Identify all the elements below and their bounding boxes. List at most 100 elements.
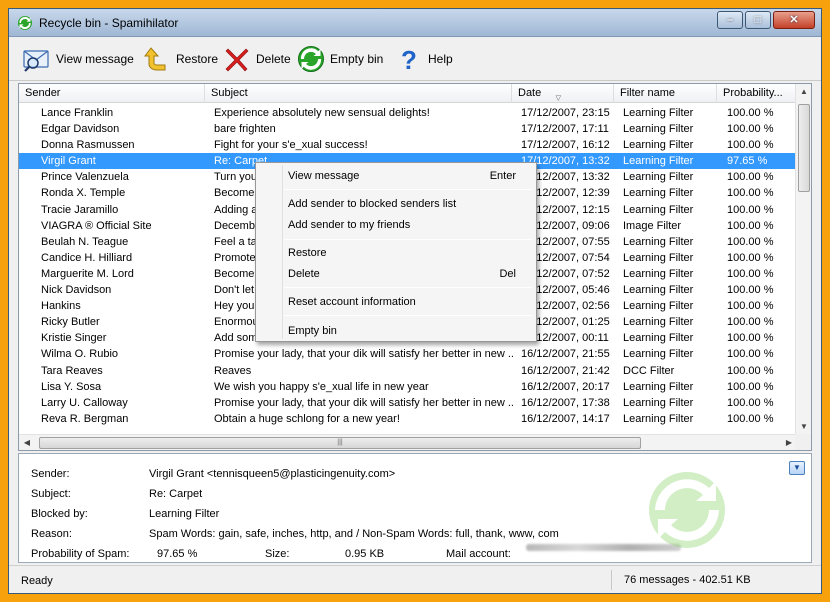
close-button[interactable]: ✕ [773,11,815,29]
restore-label: Restore [176,52,219,66]
row-filter-name: Learning Filter [623,316,694,329]
row-date: 17/12/2007, 17:11 [521,123,609,136]
delete-button[interactable]: Delete [223,45,291,73]
row-filter-name: Learning Filter [623,187,694,200]
table-row[interactable]: Tara Reaves Reaves 16/12/2007, 21:42 DCC Fi… [19,363,797,379]
vertical-scrollbar[interactable]: ▲ ▼ [795,84,811,435]
table-row[interactable]: Lisa Y. Sosa We wish you happy s'e_xual l… [19,379,797,395]
row-sender: Tara Reaves [41,364,103,377]
horizontal-scroll-thumb[interactable]: ||| [39,437,641,449]
column-filter-name[interactable]: Filter name [614,84,717,103]
envelope-magnifier-icon [23,50,49,72]
window-title: Recycle bin - Spamihilator [39,16,179,30]
row-subject: We wish you happy s'e_xual life in new y… [214,380,429,393]
table-row[interactable]: Reva R. Bergman Obtain a huge schlong for… [19,411,797,427]
row-date: 16/12/2007, 21:55 [521,348,610,361]
column-sender[interactable]: Sender [19,84,205,103]
list-header: Sender Subject Date ▽ Filter name Probab… [19,84,797,103]
row-sender: Larry U. Calloway [41,396,128,409]
menu-item-add-blocked-sender[interactable]: Add sender to blocked senders list [258,194,534,214]
row-filter-name: DCC Filter [623,364,675,377]
horizontal-scrollbar[interactable]: ◀ ||| ▶ [19,434,797,450]
row-filter-name: Learning Filter [623,396,694,409]
table-row[interactable]: Larry U. Calloway Promise your lady, that… [19,395,797,411]
row-probability: 100.00 % [727,187,774,200]
maximize-button[interactable]: □ [745,11,771,29]
sender-label: Sender: [31,468,70,480]
row-filter-name: Learning Filter [623,412,694,425]
details-panel: Sender: Virgil Grant <tennisqueen5@plast… [18,453,812,563]
row-sender: Tracie Jaramillo [41,203,119,216]
row-filter-name: Learning Filter [623,267,694,280]
expand-details-icon[interactable]: ▼ [789,461,805,475]
menu-item-delete[interactable]: Delete Del [258,264,534,284]
row-subject: Promise your lady, that your dik will sa… [214,396,514,409]
blocked-by-label: Blocked by: [31,508,88,520]
menu-item-view-message[interactable]: View message Enter [258,166,534,186]
menu-separator [284,287,532,288]
column-date[interactable]: Date ▽ [512,84,614,103]
row-probability: 100.00 % [727,235,774,248]
reason-label: Reason: [31,528,72,540]
row-sender: Prince Valenzuela [41,171,129,184]
view-message-button[interactable]: View message [23,45,134,73]
row-date: 16/12/2007, 17:38 [521,396,610,409]
row-filter-name: Learning Filter [623,380,694,393]
blocked-by-value: Learning Filter [149,508,220,520]
table-row[interactable]: Edgar Davidson bare frighten 17/12/2007, 1… [19,121,797,137]
row-probability: 100.00 % [727,348,774,361]
row-sender: Lance Franklin [41,107,114,119]
row-probability: 100.00 % [727,332,774,345]
row-sender: Nick Davidson [41,284,112,297]
table-row[interactable]: Lance Franklin Experience absolutely new … [19,105,797,121]
view-message-label: View message [56,52,134,66]
row-filter-name: Learning Filter [623,300,694,313]
probability-value: 97.65 % [157,548,198,560]
delete-label: Delete [256,52,291,66]
sender-value: Virgil Grant <tennisqueen5@plasticingenu… [149,468,396,480]
row-filter-name: Learning Filter [623,171,694,184]
subject-label: Subject: [31,488,71,500]
row-sender: Lisa Y. Sosa [41,380,102,393]
minimize-button[interactable]: – [717,11,743,29]
scroll-up-arrow-icon[interactable]: ▲ [796,84,811,100]
title-bar[interactable]: Recycle bin - Spamihilator – □ ✕ [9,9,821,37]
table-row[interactable]: Donna Rasmussen Fight for your s'e_xual s… [19,137,797,153]
row-filter-name: Learning Filter [623,123,694,136]
menu-item-reset-account[interactable]: Reset account information [258,292,534,312]
row-probability: 100.00 % [727,300,774,313]
red-x-icon [225,48,249,72]
row-sender: Ronda X. Temple [41,187,126,200]
row-sender: Ricky Butler [41,316,100,329]
menu-separator [284,239,532,240]
menu-item-add-friend[interactable]: Add sender to my friends [258,215,534,235]
column-subject[interactable]: Subject [205,84,512,103]
row-probability: 100.00 % [727,251,774,264]
row-date: 16/12/2007, 20:17 [521,380,610,393]
row-probability: 100.00 % [727,364,774,377]
row-probability: 100.00 % [727,284,774,297]
menu-item-restore[interactable]: Restore [258,243,534,263]
row-date: 17/12/2007, 23:15 [521,107,610,119]
row-date: 16/12/2007, 21:42 [521,364,610,377]
row-filter-name: Learning Filter [623,139,694,152]
row-sender: Reva R. Bergman [41,412,129,425]
vertical-scroll-thumb[interactable] [798,104,810,192]
row-filter-name: Learning Filter [623,332,694,345]
row-subject: Promise your lady, that your dik will sa… [214,348,514,361]
scroll-down-arrow-icon[interactable]: ▼ [796,419,811,435]
menu-item-empty-bin[interactable]: Empty bin [258,321,534,341]
restore-button[interactable]: Restore [143,45,218,73]
row-probability: 100.00 % [727,139,774,152]
column-date-label: Date [518,87,542,99]
empty-bin-label: Empty bin [330,52,384,66]
row-sender: Kristie Singer [41,332,107,345]
help-button[interactable]: ? Help [395,45,453,73]
empty-bin-button[interactable]: Empty bin [297,45,383,73]
column-probability[interactable]: Probability... [717,84,797,103]
scroll-left-arrow-icon[interactable]: ◀ [19,435,35,450]
svg-text:?: ? [401,45,417,73]
row-probability: 100.00 % [727,396,774,409]
table-row[interactable]: Wilma O. Rubio Promise your lady, that yo… [19,346,797,362]
row-sender: Hankins [41,300,81,313]
